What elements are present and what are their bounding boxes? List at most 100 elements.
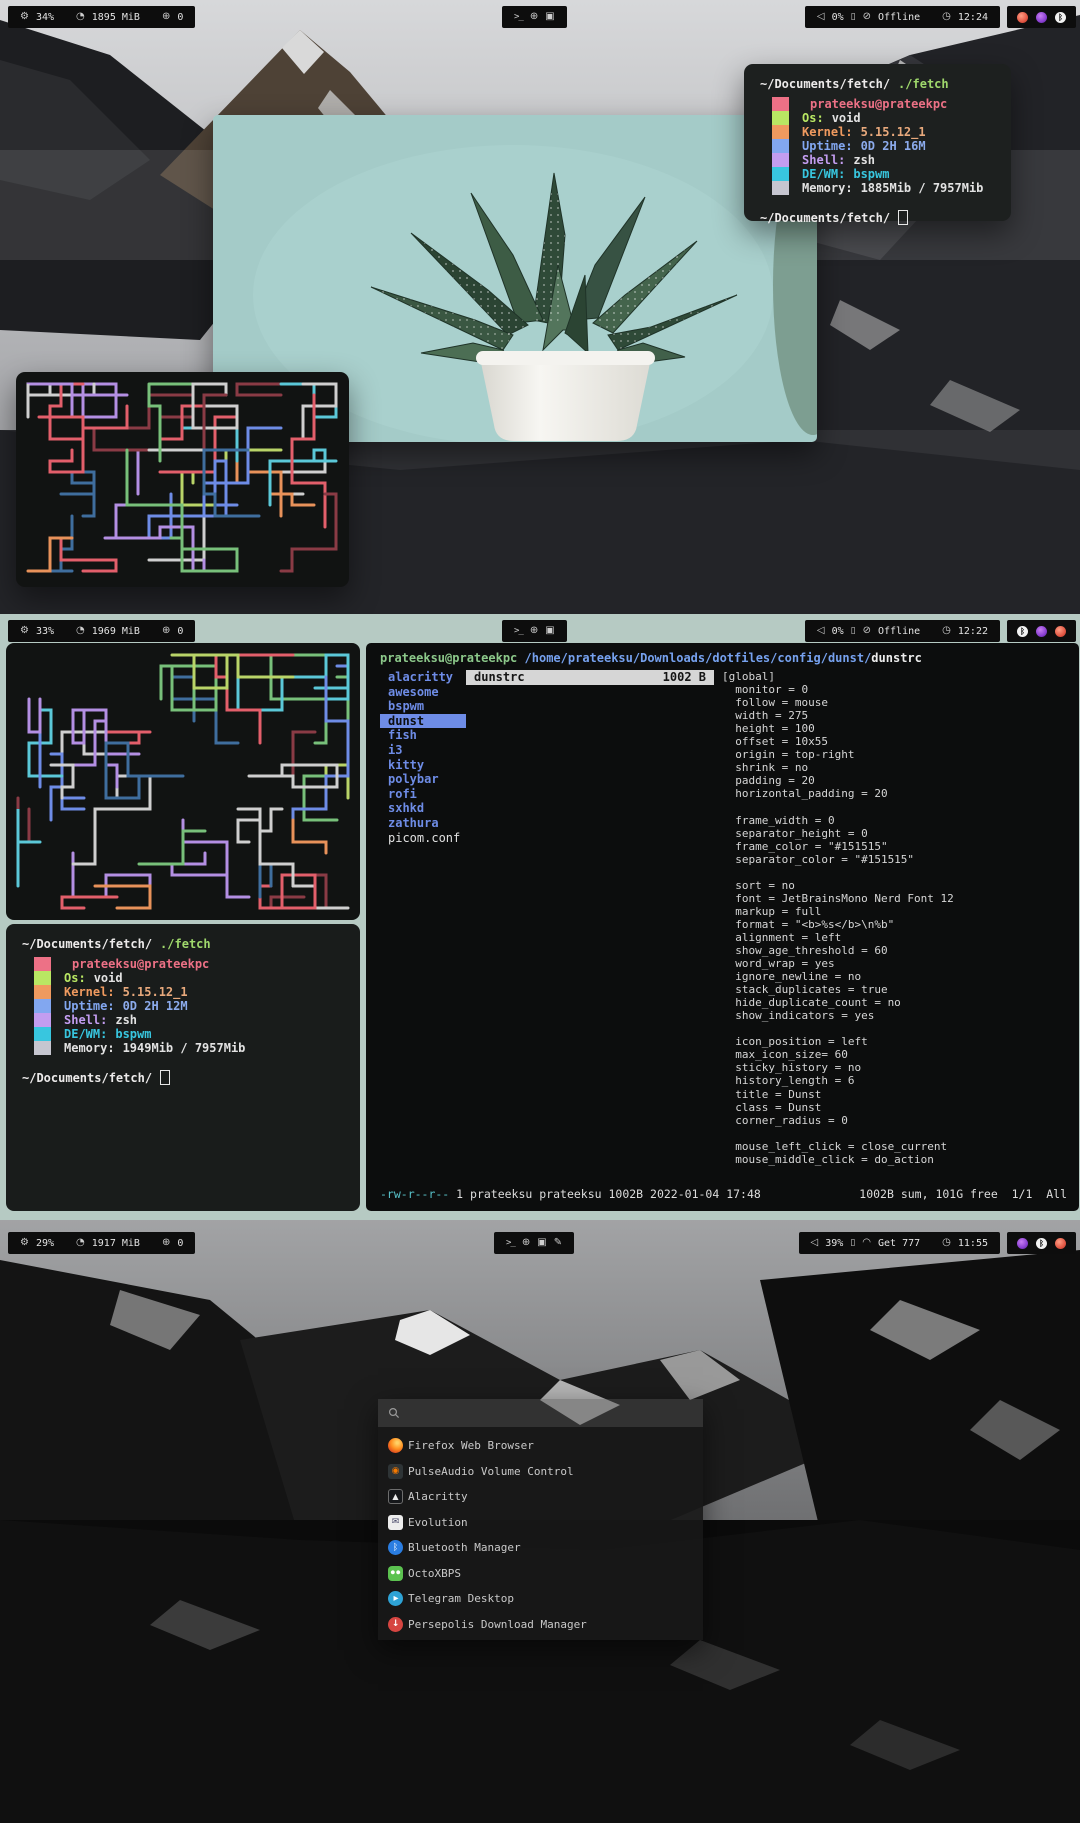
tray-app-purple-icon[interactable] (1036, 11, 1047, 23)
files-launcher-icon[interactable] (545, 12, 554, 22)
polybar-sysinfo-module: 34% 1895 MiB 0 (8, 6, 196, 28)
directory-entry[interactable]: i3 (380, 743, 466, 758)
fetch-terminal-window[interactable]: ~/Documents/fetch/ ./fetch prateeksu@pra… (6, 924, 360, 1211)
directory-entry[interactable]: zathura (380, 816, 466, 831)
browser-launcher-icon[interactable] (522, 1238, 530, 1248)
directory-entry[interactable]: awesome (380, 685, 466, 700)
terminal-launcher-icon[interactable] (514, 12, 523, 22)
browser-launcher-icon[interactable] (530, 626, 538, 636)
preview-line: sort = no (722, 878, 795, 892)
app-list-item[interactable]: OctoXBPS (378, 1561, 703, 1587)
fetch-line: DE/WM: bspwm (22, 1027, 344, 1041)
fetch-line: Os: void (22, 971, 344, 985)
app-list-item[interactable]: Telegram Desktop (378, 1586, 703, 1612)
fetch-value: 5.15.12_1 (122, 985, 188, 999)
preview-line: origin = top-right (722, 748, 855, 762)
clock-icon (942, 12, 951, 22)
color-block (34, 1027, 51, 1041)
fetch-label: Memory: (64, 1041, 115, 1055)
file-status-summary: 1002B sum, 101G free 1/1 All (859, 1187, 1067, 1201)
fetch-label: Os: (64, 971, 86, 985)
directory-entry[interactable]: bspwm (380, 699, 466, 714)
tray-app-red-icon[interactable] (1055, 625, 1066, 637)
directory-entry[interactable]: polybar (380, 772, 466, 787)
file-manager-path-header: prateeksu@prateekpc /home/prateeksu/Down… (380, 651, 922, 665)
tray-app-purple-icon[interactable] (1036, 625, 1047, 637)
cpu-icon (20, 12, 29, 22)
directory-entry[interactable]: picom.conf (380, 831, 466, 846)
terminal-cursor (898, 210, 909, 225)
cpu-usage: 34% (35, 11, 55, 23)
cpu-icon (20, 1238, 29, 1248)
selected-file-row[interactable]: dunstrc 1002 B (466, 670, 714, 685)
polybar-status-module: 0% Offline 12:24 (804, 6, 1000, 28)
file-manager-statusbar: -rw-r--r-- 1 prateeksu prateeksu 1002B 2… (380, 1187, 1067, 1201)
fetch-line: DE/WM: bspwm (760, 167, 995, 181)
preview-line: mouse_left_click = close_current (722, 1139, 948, 1153)
browser-launcher-icon[interactable] (530, 12, 538, 22)
pipes-terminal-window[interactable] (6, 643, 360, 920)
pipes-terminal-window[interactable] (16, 372, 349, 587)
preview-line: horizontal_padding = 20 (722, 787, 888, 801)
app-list-item[interactable]: PulseAudio Volume Control (378, 1459, 703, 1485)
terminal-launcher-icon[interactable] (514, 626, 523, 636)
preview-line: icon_position = left (722, 1035, 868, 1049)
bluetooth-tray-icon[interactable]: ᛒ (1055, 11, 1066, 23)
preview-line: separator_color = "#151515" (722, 852, 915, 866)
file-manager-window[interactable]: prateeksu@prateekpc /home/prateeksu/Down… (366, 643, 1079, 1211)
clock-time: 12:24 (957, 11, 988, 23)
preview-line: word_wrap = yes (722, 957, 835, 971)
rofi-search-bar[interactable] (378, 1399, 703, 1427)
clock-icon (942, 1238, 951, 1248)
preview-line: separator_height = 0 (722, 826, 868, 840)
color-block (34, 957, 51, 971)
app-list-item[interactable]: Alacritty (378, 1484, 703, 1510)
directory-entry[interactable]: rofi (380, 787, 466, 802)
fetch-line: Kernel: 5.15.12_1 (760, 125, 995, 139)
terminal-launcher-icon[interactable] (506, 1238, 515, 1248)
directory-entry[interactable]: dunst (380, 713, 466, 729)
directory-entry[interactable]: alacritty (380, 670, 466, 685)
preview-line (722, 1127, 1069, 1140)
fetch-label: Os: (802, 111, 824, 125)
memory-usage: 1969 MiB (91, 625, 140, 637)
tray-app-red-icon[interactable] (1055, 1237, 1066, 1249)
app-icon (388, 1438, 403, 1454)
preview-line: history_length = 6 (722, 1074, 855, 1088)
tray-app-red-icon[interactable] (1017, 11, 1028, 23)
polybar-status-module: 0% Offline 12:22 (804, 620, 1000, 642)
directory-entry[interactable]: fish (380, 728, 466, 743)
clock-time: 12:22 (957, 625, 988, 637)
desktop-3: 29% 1917 MiB 0 39% Get 777 11:55 ᛒ (0, 1220, 1080, 1823)
fetch-terminal-window[interactable]: ~/Documents/fetch/ ./fetch prateeksu@pra… (744, 64, 1011, 225)
directory-entry[interactable]: kitty (380, 758, 466, 773)
bluetooth-tray-icon[interactable]: ᛒ (1017, 625, 1028, 637)
app-icon (388, 1616, 403, 1632)
app-list-item[interactable]: Bluetooth Manager (378, 1535, 703, 1561)
app-name: OctoXBPS (408, 1566, 461, 1580)
editor-launcher-icon[interactable] (554, 1238, 562, 1248)
preview-line (722, 866, 1069, 879)
fetch-line: Uptime: 0D 2H 16M (760, 139, 995, 153)
preview-line: corner_radius = 0 (722, 1113, 848, 1127)
desktop-2: 33% 1969 MiB 0 0% Offline 12:22 ᛒ (0, 614, 1080, 1220)
bluetooth-tray-icon[interactable]: ᛒ (1036, 1237, 1047, 1249)
prompt-path: ~/Documents/fetch/ (22, 1070, 153, 1085)
wifi-off-icon (863, 12, 871, 22)
memory-icon (76, 626, 85, 636)
volume-icon (817, 626, 825, 636)
selected-file-name: dunstrc (474, 670, 525, 684)
selected-file-size: 1002 B (662, 670, 706, 684)
app-list-item[interactable]: Evolution (378, 1510, 703, 1536)
fetch-line: prateeksu@prateekpc (22, 957, 344, 971)
app-name: Alacritty (408, 1490, 468, 1504)
tray-app-purple-icon[interactable] (1017, 1237, 1028, 1249)
files-launcher-icon[interactable] (545, 626, 554, 636)
app-list-item[interactable]: Persepolis Download Manager (378, 1612, 703, 1638)
preview-line: width = 275 (722, 709, 809, 723)
app-icon (388, 1565, 403, 1581)
fetch-line: Memory: 1949Mib / 7957Mib (22, 1041, 344, 1055)
app-list-item[interactable]: Firefox Web Browser (378, 1433, 703, 1459)
directory-entry[interactable]: sxhkd (380, 801, 466, 816)
files-launcher-icon[interactable] (537, 1238, 546, 1248)
